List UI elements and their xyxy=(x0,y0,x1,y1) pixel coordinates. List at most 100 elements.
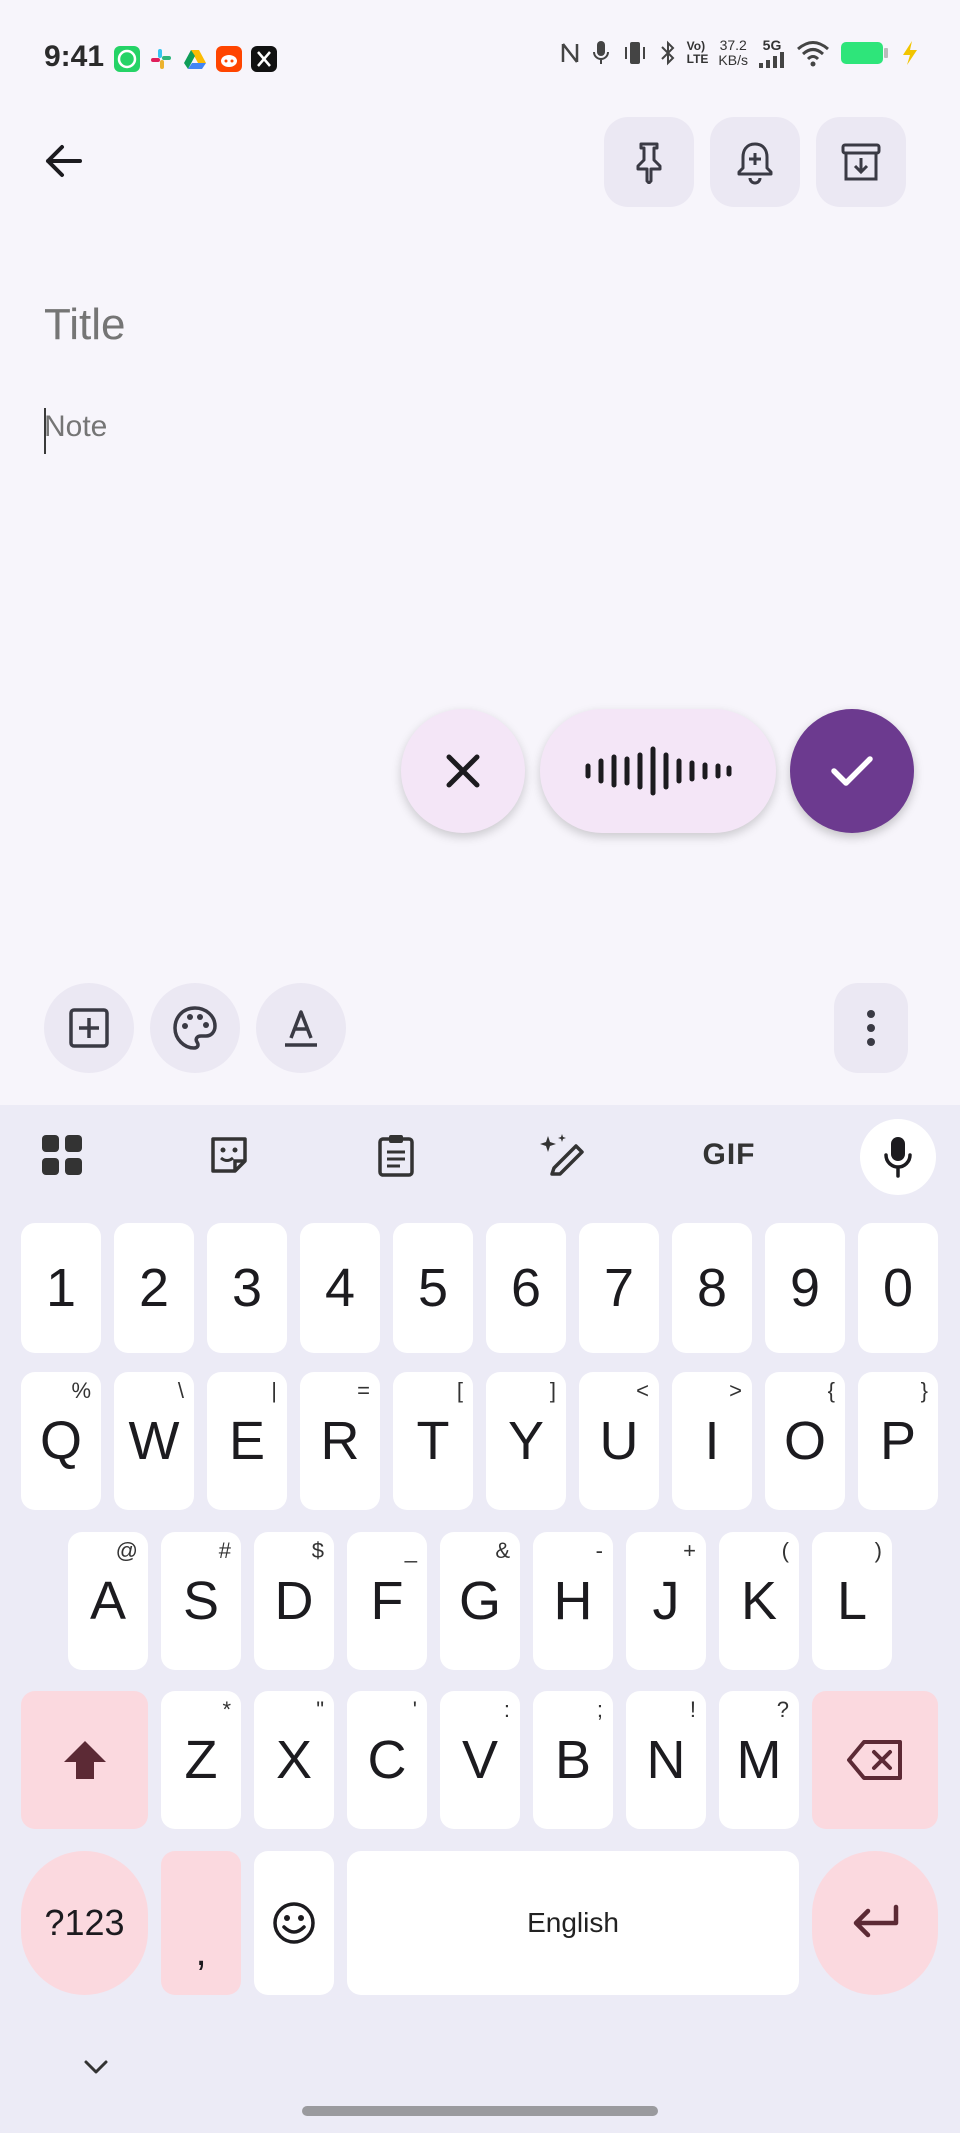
key-q[interactable]: % Q xyxy=(21,1372,101,1510)
key-b[interactable]: ; B xyxy=(533,1691,613,1829)
key-o[interactable]: {O xyxy=(765,1372,845,1510)
space-key[interactable]: English xyxy=(347,1851,799,1995)
keyboard-apps-button[interactable] xyxy=(24,1125,100,1185)
key-6[interactable]: 6 xyxy=(486,1223,566,1353)
key-i[interactable]: > I xyxy=(672,1372,752,1510)
clipboard-button[interactable] xyxy=(358,1125,434,1185)
note-body-input[interactable] xyxy=(44,410,904,444)
arrow-back-icon xyxy=(46,145,82,177)
voice-typing-button[interactable] xyxy=(860,1119,936,1195)
key-2[interactable]: 2 xyxy=(114,1223,194,1353)
bluetooth-icon xyxy=(660,40,675,66)
key-w[interactable]: \ W xyxy=(114,1372,194,1510)
key-m[interactable]: ? M xyxy=(719,1691,799,1829)
key-v[interactable]: :V xyxy=(440,1691,520,1829)
drive-icon xyxy=(182,46,208,72)
key-0[interactable]: 0 xyxy=(858,1223,938,1353)
gif-button[interactable]: GIF xyxy=(691,1125,767,1185)
key-r[interactable]: = R xyxy=(300,1372,380,1510)
signal-icon xyxy=(759,52,784,68)
vibrate-icon xyxy=(624,42,645,64)
lte-indicator: Vo) LTE xyxy=(686,39,709,66)
key-c[interactable]: ' C xyxy=(347,1691,427,1829)
enter-icon xyxy=(853,1904,899,1938)
chevron-down-icon xyxy=(84,2060,108,2074)
reminder-button[interactable] xyxy=(710,117,800,207)
archive-icon xyxy=(841,143,881,181)
text-format-button[interactable] xyxy=(256,983,346,1073)
shift-key[interactable] xyxy=(21,1691,148,1829)
key-x[interactable]: " X xyxy=(254,1691,334,1829)
emoji-key[interactable] xyxy=(254,1851,334,1995)
slack-icon xyxy=(148,46,174,72)
hide-keyboard-button[interactable] xyxy=(76,2052,116,2082)
shift-icon xyxy=(63,1741,106,1779)
voice-done-button[interactable] xyxy=(790,709,914,833)
more-options-button[interactable] xyxy=(834,983,908,1073)
key-f[interactable]: _ F xyxy=(347,1532,427,1670)
magic-pen-icon xyxy=(540,1134,584,1176)
archive-button[interactable] xyxy=(816,117,906,207)
home-indicator[interactable] xyxy=(302,2106,658,2116)
key-p[interactable]: } P xyxy=(858,1372,938,1510)
back-button[interactable] xyxy=(30,128,96,194)
key-s[interactable]: # S xyxy=(161,1532,241,1670)
key-t[interactable]: [T xyxy=(393,1372,473,1510)
backspace-key[interactable] xyxy=(812,1691,938,1829)
add-content-button[interactable] xyxy=(44,983,134,1073)
battery-icon xyxy=(841,42,888,64)
key-4[interactable]: 4 xyxy=(300,1223,380,1353)
key-3[interactable]: 3 xyxy=(207,1223,287,1353)
symbols-key[interactable]: ?123 xyxy=(21,1851,148,1995)
enter-key[interactable] xyxy=(812,1851,938,1995)
key-1[interactable]: 1 xyxy=(21,1223,101,1353)
key-5[interactable]: 5 xyxy=(393,1223,473,1353)
network-speed: 37.2 KB/s xyxy=(718,37,748,68)
emoji-icon xyxy=(273,1902,315,1944)
key-e[interactable]: | E xyxy=(207,1372,287,1510)
note-title-input[interactable] xyxy=(44,300,904,350)
close-icon xyxy=(446,754,480,788)
signal-indicator: 5G xyxy=(758,38,786,68)
text-format-icon xyxy=(285,1010,317,1047)
mic-status-icon xyxy=(592,41,609,64)
key-j[interactable]: + J xyxy=(626,1532,706,1670)
comma-key[interactable]: , xyxy=(161,1851,241,1995)
background-color-button[interactable] xyxy=(150,983,240,1073)
clipboard-icon xyxy=(378,1135,414,1177)
check-icon xyxy=(831,756,873,786)
status-time: 9:41 xyxy=(44,40,105,73)
wifi-icon xyxy=(797,41,829,67)
key-n[interactable]: ! N xyxy=(626,1691,706,1829)
pin-icon xyxy=(636,142,662,184)
x-icon xyxy=(251,46,277,72)
status-icons: Vo) LTE 37.2 KB/s 5G xyxy=(559,38,920,68)
key-z[interactable]: * Z xyxy=(161,1691,241,1829)
waveform-icon xyxy=(585,746,732,796)
key-h[interactable]: -H xyxy=(533,1532,613,1670)
charging-icon xyxy=(903,41,917,65)
more-vert-icon xyxy=(867,1010,875,1046)
mic-icon xyxy=(884,1137,912,1178)
apps-grid-icon xyxy=(42,1135,82,1175)
backspace-icon xyxy=(847,1740,902,1780)
text-cursor xyxy=(44,408,46,454)
writing-tools-button[interactable] xyxy=(524,1125,600,1185)
key-9[interactable]: 9 xyxy=(765,1223,845,1353)
key-7[interactable]: 7 xyxy=(579,1223,659,1353)
key-g[interactable]: & G xyxy=(440,1532,520,1670)
pin-button[interactable] xyxy=(604,117,694,207)
add-box-icon xyxy=(69,1008,109,1048)
key-l[interactable]: ) L xyxy=(812,1532,892,1670)
voice-cancel-button[interactable] xyxy=(401,709,525,833)
key-a[interactable]: @ A xyxy=(68,1532,148,1670)
key-k[interactable]: (K xyxy=(719,1532,799,1670)
key-8[interactable]: 8 xyxy=(672,1223,752,1353)
key-y[interactable]: ] Y xyxy=(486,1372,566,1510)
sticker-button[interactable] xyxy=(191,1125,267,1185)
palette-icon xyxy=(173,1006,217,1050)
key-d[interactable]: $ D xyxy=(254,1532,334,1670)
key-u[interactable]: < U xyxy=(579,1372,659,1510)
sticker-icon xyxy=(211,1137,247,1173)
reddit-icon xyxy=(216,46,242,72)
